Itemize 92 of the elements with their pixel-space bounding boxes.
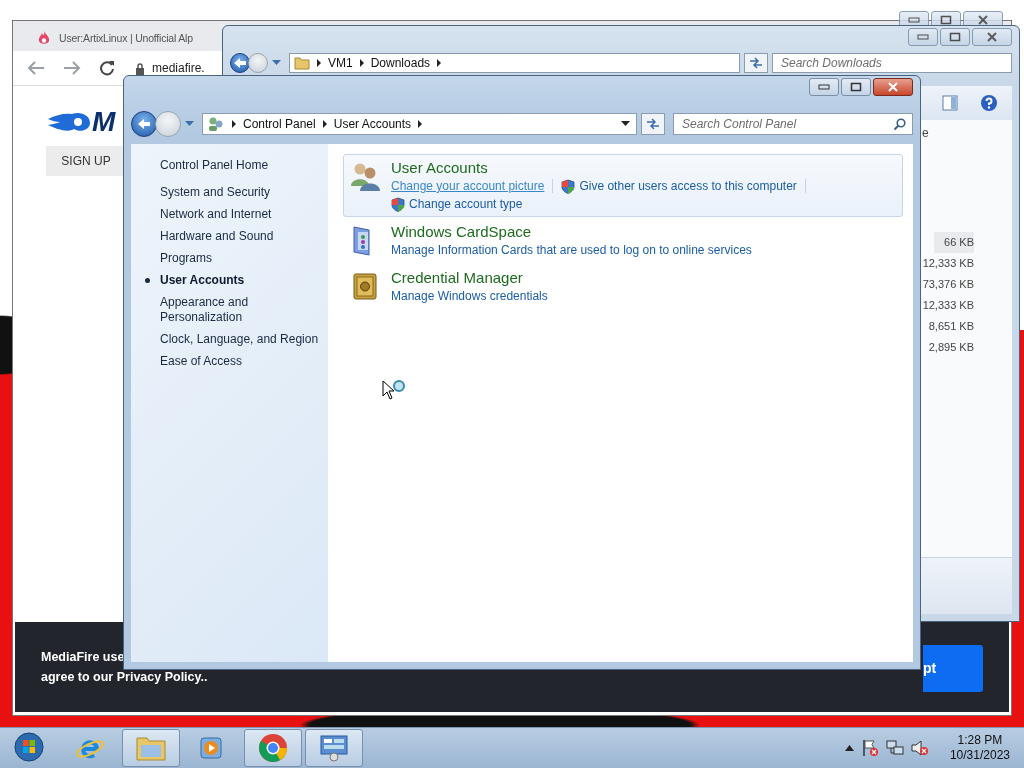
breadcrumb-item[interactable]: Downloads bbox=[370, 56, 431, 70]
task-link[interactable]: Change your account picture bbox=[391, 178, 545, 194]
file-size-text: 12,333 KB bbox=[922, 256, 974, 271]
file-size-text: 2,895 KB bbox=[928, 340, 974, 355]
maximize-icon bbox=[949, 32, 961, 42]
task-link[interactable]: Manage Information Cards that are used to log on to online services bbox=[391, 242, 752, 258]
reload-icon[interactable] bbox=[99, 60, 115, 76]
sidebar-item[interactable]: System and Security bbox=[145, 185, 320, 200]
url-text[interactable]: mediafire. bbox=[152, 61, 205, 75]
breadcrumb-item[interactable]: VM1 bbox=[328, 56, 353, 70]
file-size-text: 12,333 KB bbox=[922, 298, 974, 313]
logo-text: M bbox=[92, 108, 116, 136]
media-player-icon bbox=[199, 735, 225, 761]
chrome-icon bbox=[258, 733, 288, 763]
sidebar-item[interactable]: User Accounts bbox=[145, 273, 320, 288]
shield-icon bbox=[391, 196, 405, 212]
start-button[interactable] bbox=[12, 731, 46, 765]
minimize-icon bbox=[917, 34, 929, 40]
minimize-icon bbox=[818, 84, 830, 90]
sidebar-item[interactable]: Programs bbox=[145, 251, 320, 266]
chevron-icon bbox=[418, 120, 423, 128]
chevron-icon bbox=[437, 59, 442, 67]
maximize-icon bbox=[940, 15, 952, 25]
sidebar-item[interactable]: Appearance and Personalization bbox=[145, 295, 320, 325]
forward-arrow-icon[interactable] bbox=[63, 60, 81, 76]
show-hidden-icons-arrow-icon[interactable] bbox=[844, 745, 854, 751]
breadcrumb-item[interactable]: Control Panel bbox=[243, 117, 316, 131]
help-icon[interactable] bbox=[980, 94, 998, 112]
refresh-button[interactable] bbox=[641, 113, 665, 135]
dropdown-arrow-icon[interactable] bbox=[621, 121, 630, 127]
refresh-button[interactable] bbox=[744, 53, 768, 73]
chevron-icon bbox=[317, 59, 321, 67]
taskbar-button[interactable] bbox=[305, 729, 363, 767]
refresh-arrows-icon bbox=[645, 118, 661, 130]
sidebar-item[interactable]: Hardware and Sound bbox=[145, 229, 320, 244]
close-button[interactable] bbox=[873, 78, 913, 96]
lock-icon bbox=[135, 61, 145, 75]
maximize-button[interactable] bbox=[940, 28, 970, 46]
close-icon bbox=[986, 32, 998, 42]
folder-icon bbox=[136, 735, 166, 761]
search-field[interactable]: Search Control Panel bbox=[673, 113, 913, 135]
control-panel-icon bbox=[207, 116, 225, 132]
flag-icon[interactable] bbox=[860, 739, 879, 757]
maximize-icon bbox=[850, 82, 862, 92]
shield-icon bbox=[561, 178, 576, 194]
date-text: 10/31/2023 bbox=[949, 748, 1010, 763]
close-icon bbox=[887, 82, 899, 92]
file-size-text: 8,651 KB bbox=[928, 319, 974, 334]
taskbar-button[interactable] bbox=[244, 729, 302, 767]
clock[interactable]: 1:28 PM 10/31/2023 bbox=[943, 733, 1016, 763]
search-field[interactable]: Search Downloads bbox=[772, 53, 1012, 73]
control-panel-icon bbox=[319, 734, 349, 762]
network-icon[interactable] bbox=[885, 739, 904, 757]
task-link[interactable]: Manage Windows credentials bbox=[391, 288, 548, 304]
close-icon bbox=[977, 15, 989, 25]
minimize-icon bbox=[908, 17, 920, 23]
flame-icon bbox=[37, 30, 51, 46]
taskbar-button[interactable] bbox=[122, 729, 180, 767]
file-size-text: 66 KB bbox=[934, 232, 974, 253]
file-size-text: 73,376 KB bbox=[922, 277, 974, 292]
address-bar[interactable]: VM1 Downloads bbox=[289, 53, 740, 73]
task-link[interactable]: Change account type bbox=[391, 196, 523, 212]
accept-button[interactable]: pt bbox=[923, 644, 983, 692]
task-link[interactable]: Give other users access to this computer bbox=[561, 178, 797, 194]
sign-up-button[interactable]: SIGN UP bbox=[46, 146, 126, 176]
sidebar-item[interactable]: Clock, Language, and Region bbox=[145, 332, 320, 347]
cookie-notice-text: MediaFire use bbox=[41, 650, 126, 664]
maximize-button[interactable] bbox=[841, 78, 871, 96]
breadcrumb-item[interactable]: User Accounts bbox=[333, 117, 412, 131]
folder-icon bbox=[294, 56, 310, 70]
cookie-notice-text: agree to our Privacy Policy.. bbox=[41, 670, 208, 684]
sidebar-item[interactable]: Network and Internet bbox=[145, 207, 320, 222]
chevron-icon bbox=[359, 59, 364, 67]
sidebar-item[interactable]: Ease of Access bbox=[145, 354, 320, 369]
speaker-muted-icon[interactable] bbox=[910, 739, 929, 757]
category-title-link[interactable]: Credential Manager bbox=[391, 268, 548, 287]
column-header[interactable]: e bbox=[922, 126, 929, 140]
sidebar-link[interactable]: Control Panel Home bbox=[160, 158, 328, 172]
back-arrow-icon[interactable] bbox=[27, 60, 45, 76]
chevron-icon bbox=[232, 120, 236, 128]
category-title-link[interactable]: Windows CardSpace bbox=[391, 222, 752, 241]
category-title-link[interactable]: User Accounts bbox=[391, 158, 897, 177]
back-arrow-icon bbox=[233, 57, 247, 69]
refresh-arrows-icon bbox=[748, 57, 764, 69]
time-text: 1:28 PM bbox=[957, 733, 1003, 748]
address-bar[interactable]: Control Panel User Accounts bbox=[202, 113, 637, 135]
search-icon bbox=[893, 118, 906, 131]
back-arrow-icon bbox=[137, 118, 151, 130]
chevron-icon bbox=[322, 120, 327, 128]
back-button[interactable] bbox=[131, 111, 157, 137]
back-button[interactable] bbox=[230, 53, 250, 73]
flame-logo-icon bbox=[46, 111, 92, 133]
